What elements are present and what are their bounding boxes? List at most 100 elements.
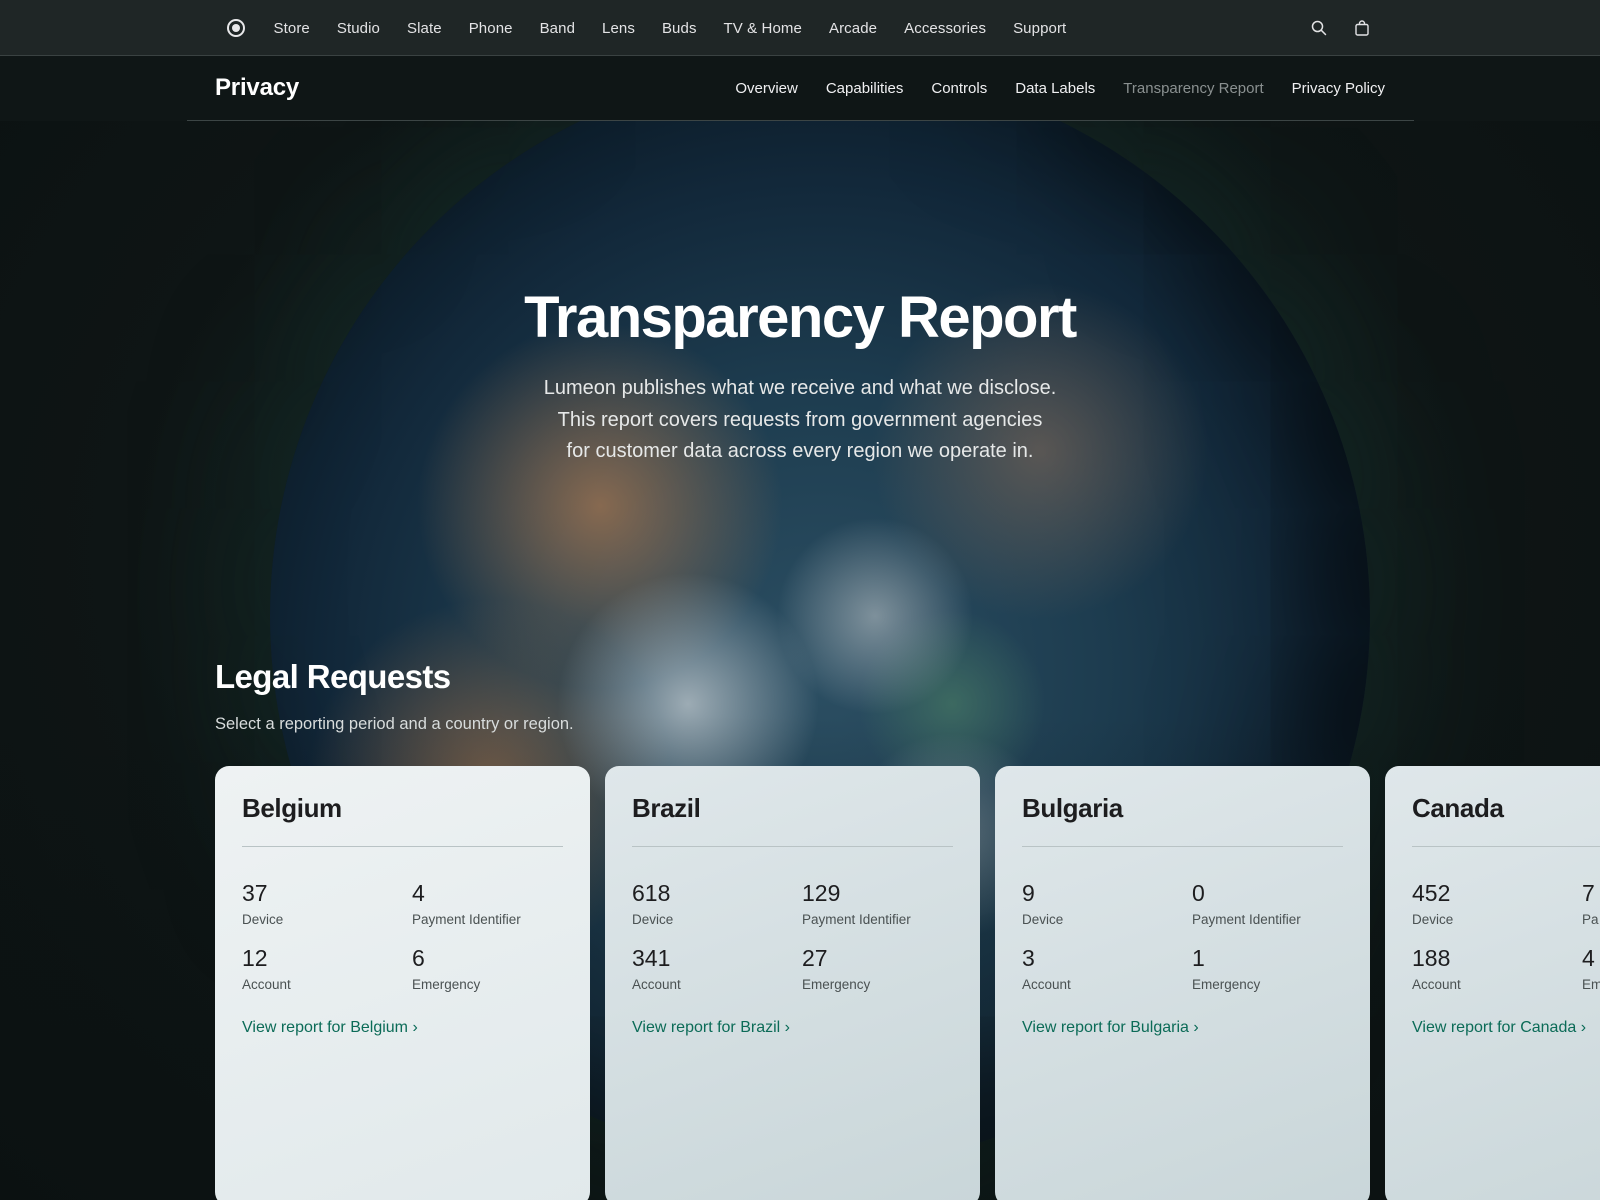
stat-value: 129 — [802, 880, 841, 906]
stats-grid: 37 Device 4 Payment Identifier 12 Account 6… — [242, 879, 563, 992]
stat-account: 341 Account — [632, 944, 802, 992]
view-report-link-belgium[interactable]: View report for Belgium › — [242, 1019, 418, 1037]
legal-requests-subtitle: Select a reporting period and a country … — [215, 715, 574, 733]
nav-link-band[interactable]: Band — [526, 20, 588, 37]
stat-payment-identifier: 129 Payment Identifier — [802, 879, 972, 927]
stat-label: Emergency — [802, 977, 871, 992]
stats-grid: 618 Device 129 Payment Identifier 341 Accou… — [632, 879, 953, 992]
stat-label: Payment Identifier — [802, 912, 911, 927]
stat-emergency: 27 Emergency — [802, 944, 972, 992]
local-nav-menu: Overview Capabilities Controls Data Labe… — [707, 57, 1385, 120]
stat-label: Device — [1022, 912, 1064, 927]
stat-label: Pa — [1582, 912, 1599, 927]
stat-device: 9 Device — [1022, 879, 1192, 927]
country-card-brazil[interactable]: Brazil 618 Device 129 Payment Identifier 3… — [605, 766, 980, 1200]
stat-value: 4 — [412, 880, 425, 906]
stat-label: Account — [1412, 977, 1461, 992]
country-name: Bulgaria — [1022, 793, 1123, 823]
local-nav-privacy-policy[interactable]: Privacy Policy — [1292, 80, 1385, 97]
stats-grid: 452 Device 7 Pa 188 Account 4 Em — [1412, 879, 1600, 992]
brand-logo-icon[interactable] — [227, 19, 245, 37]
stat-payment-identifier: 7 Pa — [1582, 879, 1600, 927]
stat-label: Account — [242, 977, 291, 992]
stat-value: 3 — [1022, 945, 1035, 971]
stat-value: 341 — [632, 945, 671, 971]
local-nav-overview[interactable]: Overview — [735, 80, 798, 97]
hero-subtitle: Lumeon publishes what we receive and wha… — [500, 373, 1100, 468]
card-divider — [242, 846, 563, 847]
legal-requests-title: Legal Requests — [215, 658, 451, 695]
hero-subtitle-line: for customer data across every region we… — [566, 440, 1034, 462]
stats-grid: 9 Device 0 Payment Identifier 3 Account 1 Em… — [1022, 879, 1343, 992]
card-divider — [1412, 846, 1600, 847]
stat-label: Payment Identifier — [412, 912, 521, 927]
bag-icon[interactable] — [1355, 20, 1369, 36]
nav-link-studio[interactable]: Studio — [323, 20, 393, 37]
card-divider — [1022, 846, 1343, 847]
country-name: Belgium — [242, 793, 342, 823]
local-nav-controls[interactable]: Controls — [931, 80, 987, 97]
stat-device: 37 Device — [242, 879, 412, 927]
stat-value: 1 — [1192, 945, 1205, 971]
stat-device: 618 Device — [632, 879, 802, 927]
stat-account: 3 Account — [1022, 944, 1192, 992]
stat-label: Emergency — [1192, 977, 1261, 992]
view-report-link-brazil[interactable]: View report for Brazil › — [632, 1019, 790, 1037]
stat-device: 452 Device — [1412, 879, 1582, 927]
hero-subtitle-line: Lumeon publishes what we receive and wha… — [543, 377, 1057, 399]
view-report-link-bulgaria[interactable]: View report for Bulgaria › — [1022, 1019, 1199, 1037]
country-name: Canada — [1412, 793, 1504, 823]
local-nav-data-labels[interactable]: Data Labels — [1015, 80, 1095, 97]
stat-value: 452 — [1412, 880, 1451, 906]
stat-emergency: 6 Emergency — [412, 944, 582, 992]
nav-link-buds[interactable]: Buds — [648, 20, 710, 37]
stat-label: Device — [1412, 912, 1454, 927]
search-icon[interactable] — [1311, 20, 1327, 36]
stat-label: Emergency — [412, 977, 481, 992]
local-nav-transparency-report[interactable]: Transparency Report — [1123, 80, 1263, 97]
country-name: Brazil — [632, 793, 701, 823]
stat-emergency: 1 Emergency — [1192, 944, 1362, 992]
nav-link-store[interactable]: Store — [260, 20, 323, 37]
stat-label: Account — [632, 977, 681, 992]
nav-link-phone[interactable]: Phone — [455, 20, 526, 37]
nav-link-accessories[interactable]: Accessories — [891, 20, 1000, 37]
stat-value: 12 — [242, 945, 268, 971]
local-nav-capabilities[interactable]: Capabilities — [826, 80, 904, 97]
stat-label: Account — [1022, 977, 1071, 992]
nav-link-tv-home[interactable]: TV & Home — [710, 20, 815, 37]
country-card-belgium[interactable]: Belgium 37 Device 4 Payment Identifier 12 A… — [215, 766, 590, 1200]
local-nav-title[interactable]: Privacy — [215, 74, 299, 102]
stat-account: 188 Account — [1412, 944, 1582, 992]
stat-label: Device — [242, 912, 284, 927]
local-nav: Privacy Overview Capabilities Controls D… — [0, 57, 1600, 121]
stat-value: 618 — [632, 880, 671, 906]
country-card-canada[interactable]: Canada 452 Device 7 Pa 188 Account 4 Em View… — [1385, 766, 1600, 1200]
nav-link-slate[interactable]: Slate — [394, 20, 456, 37]
view-report-link-canada[interactable]: View report for Canada › — [1412, 1019, 1586, 1037]
nav-link-arcade[interactable]: Arcade — [815, 20, 890, 37]
stat-label: Payment Identifier — [1192, 912, 1301, 927]
card-divider — [632, 846, 953, 847]
stat-value: 6 — [412, 945, 425, 971]
hero-section: Transparency Report Lumeon publishes wha… — [0, 121, 1600, 1200]
stat-value: 4 — [1582, 945, 1595, 971]
nav-link-support[interactable]: Support — [1000, 20, 1080, 37]
stat-payment-identifier: 0 Payment Identifier — [1192, 879, 1362, 927]
stat-label: Device — [632, 912, 674, 927]
stat-value: 7 — [1582, 880, 1595, 906]
stat-value: 9 — [1022, 880, 1035, 906]
stat-emergency: 4 Em — [1582, 944, 1600, 992]
stat-value: 188 — [1412, 945, 1451, 971]
stat-payment-identifier: 4 Payment Identifier — [412, 879, 582, 927]
nav-link-lens[interactable]: Lens — [589, 20, 649, 37]
stat-label: Em — [1582, 977, 1600, 992]
country-card-bulgaria[interactable]: Bulgaria 9 Device 0 Payment Identifier 3 Ac… — [995, 766, 1370, 1200]
stat-value: 37 — [242, 880, 268, 906]
hero-subtitle-line: This report covers requests from governm… — [557, 408, 1043, 431]
page-title: Transparency Report — [524, 285, 1077, 350]
stat-value: 0 — [1192, 880, 1205, 906]
global-nav-links: Store Studio Slate Phone Band Lens Buds … — [260, 0, 1080, 56]
stat-value: 27 — [802, 945, 828, 971]
stat-account: 12 Account — [242, 944, 412, 992]
